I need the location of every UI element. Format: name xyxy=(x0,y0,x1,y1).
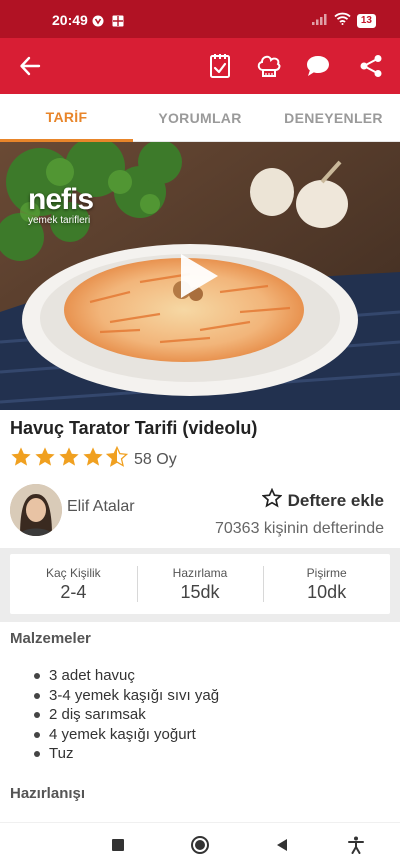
recipe-tabs: TARİF YORUMLAR DENEYENLER xyxy=(0,94,400,142)
signal-icon xyxy=(311,12,328,30)
back-arrow-icon[interactable] xyxy=(16,52,44,80)
star-full-icon xyxy=(82,446,104,473)
list-item: 3 adet havuç xyxy=(34,666,219,686)
chef-hat-icon[interactable] xyxy=(255,52,283,80)
stat-prep-time: Hazırlama 15dk xyxy=(136,554,264,614)
brand-watermark: nefis yemek tarifleri xyxy=(28,183,94,227)
status-bar: 20:49 13 xyxy=(0,0,400,38)
ingredients-list: 3 adet havuç 3-4 yemek kaşığı sıvı yağ 2… xyxy=(34,666,219,764)
star-half-icon xyxy=(105,445,129,473)
tab-deneyenler[interactable]: DENEYENLER xyxy=(267,94,400,142)
system-nav-bar xyxy=(0,822,400,866)
author-avatar[interactable] xyxy=(10,484,62,536)
accessibility-icon[interactable] xyxy=(344,833,368,857)
stats-card: Kaç Kişilik 2-4 Hazırlama 15dk Pişirme 1… xyxy=(10,554,390,614)
battery-icon: 13 xyxy=(356,14,376,28)
home-icon[interactable] xyxy=(188,833,212,857)
add-to-notebook-button[interactable]: Deftere ekle xyxy=(261,487,384,513)
status-system-icons: 13 xyxy=(311,12,376,30)
recents-icon[interactable] xyxy=(106,833,130,857)
list-item: 4 yemek kaşığı yoğurt xyxy=(34,725,219,745)
app-bar xyxy=(0,38,400,94)
brand-subtitle: yemek tarifleri xyxy=(28,215,91,226)
stat-label: Kaç Kişilik xyxy=(45,565,101,580)
list-item: 2 diş sarımsak xyxy=(34,705,219,725)
back-icon[interactable] xyxy=(270,833,294,857)
stat-label: Pişirme xyxy=(306,565,347,580)
stat-value: 2-4 xyxy=(60,581,87,602)
list-item: 3-4 yemek kaşığı sıvı yağ xyxy=(34,686,219,706)
notebook-check-icon[interactable] xyxy=(206,52,234,80)
author-row: Elif Atalar Deftere ekle 70363 kişinin d… xyxy=(10,478,390,544)
recipe-title: Havuç Tarator Tarifi (videolu) xyxy=(10,418,258,438)
author-name[interactable]: Elif Atalar xyxy=(67,498,135,516)
stat-cook-time: Pişirme 10dk xyxy=(263,554,390,614)
notification-grid-icon xyxy=(112,14,124,32)
stat-value: 10dk xyxy=(307,581,347,602)
recipe-title-area: Havuç Tarator Tarifi (videolu) xyxy=(10,418,390,439)
vote-count: 58 Oy xyxy=(134,450,177,468)
star-full-icon xyxy=(34,446,56,473)
recipe-video-thumbnail[interactable]: nefis yemek tarifleri xyxy=(0,142,400,410)
star-full-icon xyxy=(58,446,80,473)
preparation-title: Hazırlanışı xyxy=(10,785,86,802)
stat-value: 15dk xyxy=(180,581,220,602)
star-outline-icon xyxy=(261,487,283,513)
wifi-icon xyxy=(334,12,351,30)
notification-app-icon xyxy=(92,14,104,32)
star-full-icon xyxy=(10,446,32,473)
stats-band: Kaç Kişilik 2-4 Hazırlama 15dk Pişirme 1… xyxy=(0,548,400,622)
list-item: Tuz xyxy=(34,744,219,764)
stat-servings: Kaç Kişilik 2-4 xyxy=(10,554,137,614)
ingredients-title: Malzemeler xyxy=(10,630,91,647)
brand-name: nefis xyxy=(28,183,94,216)
stat-label: Hazırlama xyxy=(172,565,228,580)
comment-icon[interactable] xyxy=(304,52,332,80)
notebook-count: 70363 kişinin defterinde xyxy=(214,520,384,537)
share-icon[interactable] xyxy=(357,52,385,80)
add-to-notebook-label: Deftere ekle xyxy=(287,490,384,510)
status-notification-icons xyxy=(92,14,124,32)
rating-row: 58 Oy xyxy=(10,445,177,473)
tab-tarif[interactable]: TARİF xyxy=(0,94,133,142)
tab-yorumlar[interactable]: YORUMLAR xyxy=(133,94,267,142)
status-time: 20:49 xyxy=(52,12,88,28)
